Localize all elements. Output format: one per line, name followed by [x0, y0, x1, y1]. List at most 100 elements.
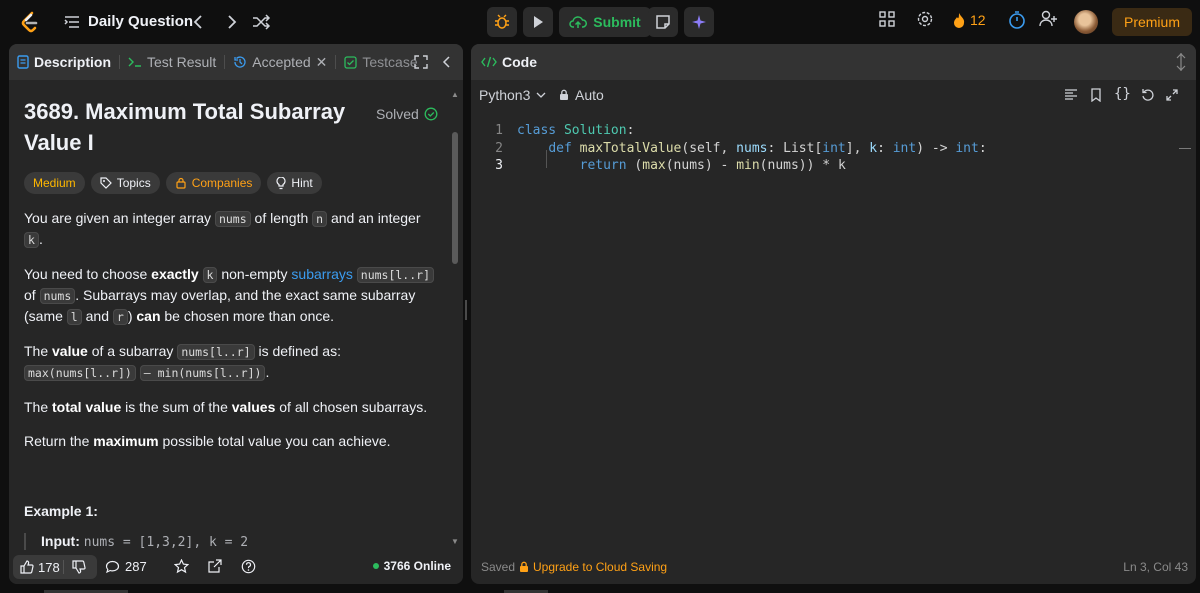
difficulty-badge: Medium — [24, 172, 85, 194]
tab-test-result[interactable]: Test Result — [120, 44, 224, 80]
subarrays-link[interactable]: subarrays — [291, 266, 352, 282]
code-line[interactable]: return (max(nums) - min(nums)) * k — [517, 157, 846, 175]
tab-code[interactable]: Code — [471, 44, 545, 80]
hint-label: Hint — [291, 176, 313, 190]
language-select[interactable]: Python3 — [479, 87, 546, 103]
next-problem-icon[interactable] — [221, 12, 241, 32]
shuffle-icon[interactable] — [251, 12, 271, 32]
lock-icon — [176, 177, 186, 189]
tab-accepted[interactable]: Accepted ✕ — [225, 44, 335, 80]
close-tab-icon[interactable]: ✕ — [316, 54, 328, 71]
tab-code-label: Code — [502, 54, 537, 70]
upgrade-cloud-saving-link[interactable]: Upgrade to Cloud Saving — [519, 560, 667, 574]
help-icon[interactable] — [241, 559, 256, 574]
play-icon — [534, 16, 543, 28]
left-tabbar: Description Test Result Accepted ✕ Testc… — [9, 44, 463, 80]
solved-label: Solved — [376, 106, 419, 122]
tab-description[interactable]: Description — [9, 44, 119, 80]
save-status: Saved — [481, 560, 516, 574]
fullscreen-icon[interactable] — [1165, 88, 1179, 102]
prev-problem-icon[interactable] — [189, 12, 209, 32]
code-tabbar: Code — [471, 44, 1196, 80]
timer-icon[interactable] — [1008, 10, 1026, 30]
tab-description-label: Description — [34, 54, 112, 70]
example-input-value: nums = [1,3,2], k = 2 — [83, 535, 249, 550]
line-number: 1 — [495, 123, 503, 138]
lock-icon — [560, 89, 568, 100]
upgrade-label: Upgrade to Cloud Saving — [533, 560, 668, 574]
autocomplete-mode[interactable]: Auto — [559, 87, 604, 103]
online-count: 3766 Online — [372, 559, 451, 573]
history-icon — [234, 56, 246, 68]
share-icon[interactable] — [207, 559, 222, 574]
tag-chips: Medium Topics Companies Hint — [24, 172, 442, 194]
panel-resize-handle[interactable] — [465, 300, 467, 320]
editor-footer: Saved Upgrade to Cloud Saving Ln 3, Col … — [471, 550, 1196, 584]
ai-assistant-button[interactable] — [684, 7, 714, 37]
code-editor[interactable]: 1 class Solution: 2 def maxTotalValue(self… — [471, 114, 1196, 534]
streak-count: 12 — [970, 12, 986, 28]
leetcode-logo-icon[interactable] — [18, 10, 42, 34]
daily-question-link[interactable]: Daily Question — [88, 13, 193, 30]
paragraph-intro: You are given an integer array nums of l… — [24, 210, 421, 248]
lightbulb-icon — [276, 176, 286, 189]
description-footer: 178 287 3766 Online — [9, 550, 463, 584]
thumbs-down-icon — [72, 560, 86, 574]
top-navbar: Daily Question Submit 12 Premium — [0, 0, 1200, 44]
code-icon — [481, 56, 497, 68]
checkbox-icon — [344, 55, 358, 69]
scroll-down-arrow[interactable]: ▼ — [451, 537, 459, 546]
terminal-icon — [128, 57, 142, 67]
braces-icon[interactable]: {} — [1114, 86, 1131, 102]
code-line[interactable]: def maxTotalValue(self, nums: List[int],… — [517, 140, 986, 158]
reset-icon[interactable] — [1141, 88, 1155, 102]
description-scrollbar[interactable] — [452, 132, 458, 264]
topics-chip[interactable]: Topics — [90, 172, 160, 194]
notes-button[interactable] — [648, 7, 678, 37]
tab-accepted-label: Accepted — [252, 54, 311, 70]
premium-button[interactable]: Premium — [1112, 8, 1192, 36]
collapse-icon[interactable] — [441, 55, 453, 69]
example-input-label: Input: — [41, 533, 80, 549]
run-button[interactable] — [523, 7, 553, 37]
maximize-icon[interactable] — [414, 55, 428, 69]
add-friend-icon[interactable] — [1039, 10, 1059, 28]
hint-chip[interactable]: Hint — [267, 172, 322, 194]
fire-icon — [954, 13, 965, 28]
problem-description: 3689. Maximum Total Subarray Value I Sol… — [24, 96, 442, 569]
paragraph-choose: You need to choose exactly k non-empty s… — [24, 264, 442, 327]
lock-icon — [520, 561, 528, 572]
paragraph-total: The total value is the sum of the values… — [24, 399, 428, 415]
comments-button[interactable]: 287 — [105, 559, 147, 574]
paragraph-return: Return the maximum possible total value … — [24, 433, 391, 449]
problem-list-icon[interactable] — [64, 14, 80, 30]
line-number: 3 — [495, 158, 503, 173]
editor-toolbar: Python3 Auto {} — [471, 80, 1196, 110]
layout-icon[interactable] — [878, 10, 896, 28]
panel-maximize-icon[interactable] — [1175, 52, 1187, 72]
online-label: 3766 Online — [383, 559, 451, 573]
debug-button[interactable] — [487, 7, 517, 37]
description-panel: Description Test Result Accepted ✕ Testc… — [9, 44, 463, 584]
dislike-button[interactable] — [64, 560, 86, 574]
companies-chip[interactable]: Companies — [165, 172, 262, 194]
code-line[interactable]: class Solution: — [517, 122, 634, 140]
streak-counter[interactable]: 12 — [952, 12, 986, 28]
user-avatar[interactable] — [1074, 10, 1098, 34]
tab-testcase[interactable]: Testcase — [336, 44, 425, 80]
problem-title[interactable]: 3689. Maximum Total Subarray Value I — [24, 96, 354, 158]
example-heading: Example 1: — [24, 503, 98, 519]
favorite-star-icon[interactable] — [174, 559, 189, 574]
topics-label: Topics — [116, 176, 151, 190]
like-button[interactable]: 178 — [13, 560, 63, 575]
tab-testcase-label: Testcase — [362, 54, 418, 70]
submit-button[interactable]: Submit — [559, 7, 651, 37]
scroll-up-arrow[interactable]: ▲ — [451, 90, 459, 99]
sparkle-icon — [692, 15, 706, 29]
format-icon[interactable] — [1064, 88, 1078, 102]
tab-test-result-label: Test Result — [147, 54, 217, 70]
settings-gear-icon[interactable] — [916, 10, 934, 28]
note-icon — [656, 15, 670, 29]
bookmark-icon[interactable] — [1090, 88, 1102, 102]
cursor-position: Ln 3, Col 43 — [1123, 560, 1188, 574]
